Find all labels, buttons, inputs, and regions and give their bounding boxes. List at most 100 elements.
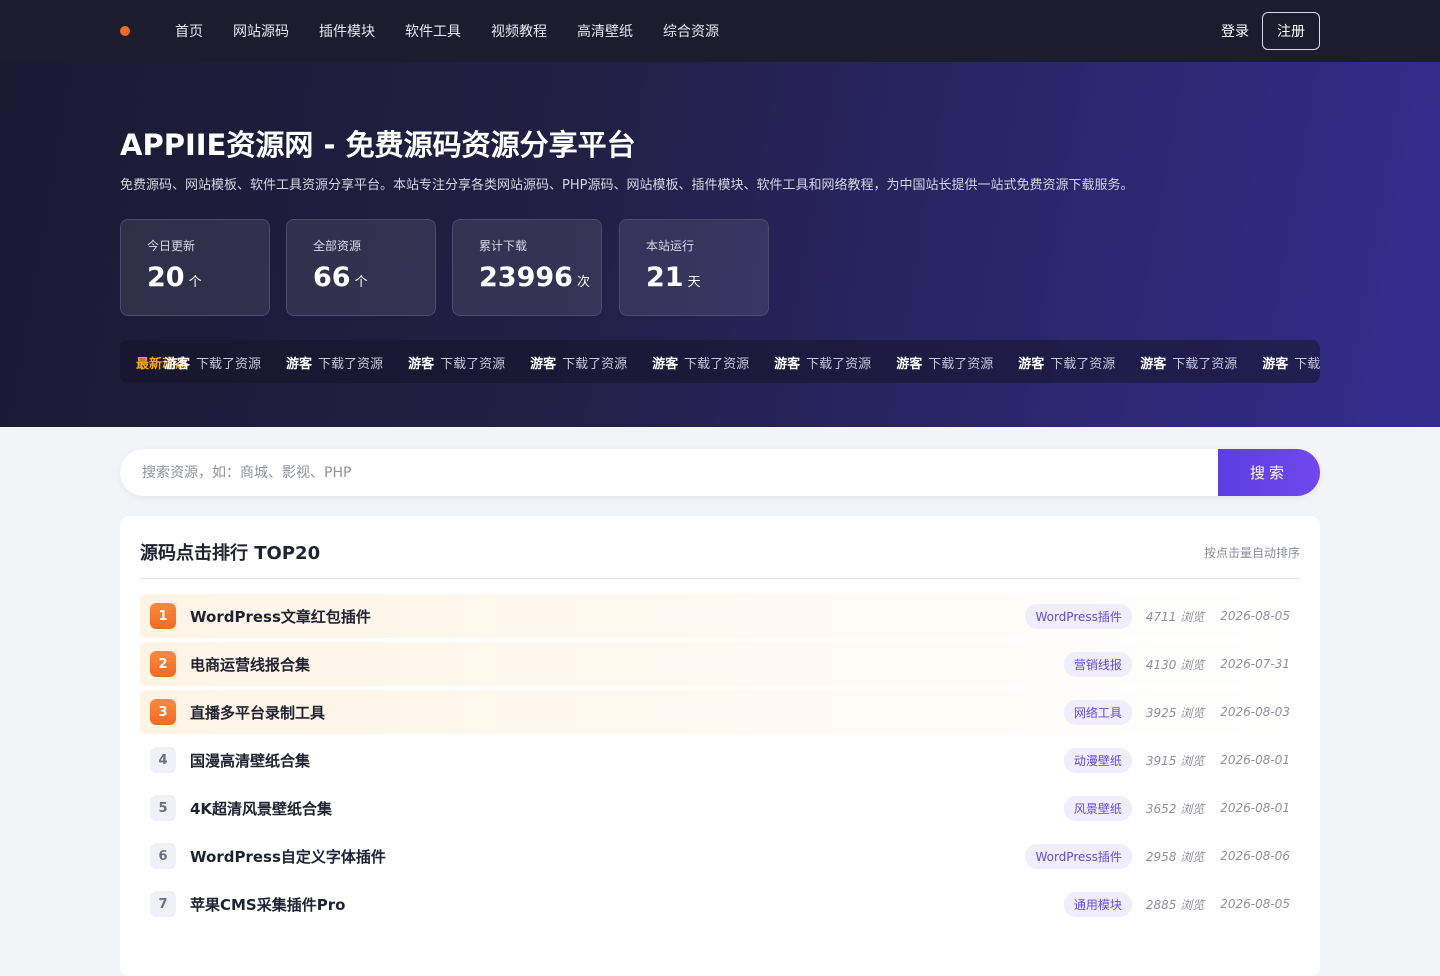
publish-date: 2026-08-01 <box>1220 753 1290 767</box>
ticker-user: 游客 <box>164 357 191 372</box>
ticker-user: 游客 <box>1018 357 1045 372</box>
ticker-item: 游客下载了资源 <box>1262 353 1320 372</box>
stat-value: 23996 次 <box>479 262 590 293</box>
stat-card-downloads: 累计下载 23996 次 <box>452 219 602 316</box>
resource-title-link[interactable]: WordPress文章红包插件 <box>190 606 371 627</box>
stat-card-total: 全部资源 66 个 <box>286 219 436 316</box>
publish-date: 2026-08-05 <box>1220 609 1290 623</box>
hero-subtitle: 免费源码、网站模板、软件工具资源分享平台。本站专注分享各类网站源码、PHP源码、… <box>120 178 1134 193</box>
stat-card-today: 今日更新 20 个 <box>120 219 270 316</box>
view-count: 3652 浏览 <box>1145 801 1205 816</box>
rank-number-badge: 4 <box>150 747 176 773</box>
ranking-row[interactable]: 7 苹果CMS采集插件Pro 通用模块 2885 浏览 2026-08-05 <box>140 882 1300 926</box>
rank-number-badge: 7 <box>150 891 176 917</box>
category-tag[interactable]: WordPress插件 <box>1025 603 1132 629</box>
resource-title-link[interactable]: WordPress自定义字体插件 <box>190 846 386 867</box>
search-button[interactable]: 搜索 <box>1218 449 1320 496</box>
ticker-user: 游客 <box>652 357 679 372</box>
ticker-track: 游客 下载了资源 游客 下载了资源 游客 下载了资源 游客 下载了资源 游客 下载了资源 游客 下载了… <box>164 353 1320 372</box>
hero-title: APPIIE资源网 - 免费源码资源分享平台 <box>120 128 636 162</box>
stat-label: 今日更新 <box>147 239 196 253</box>
ticker-action: 下载了资源 <box>196 357 262 372</box>
ticker-user: 游客 <box>896 357 923 372</box>
ranking-row[interactable]: 1 WordPress文章红包插件 WordPress插件 4711 浏览 2026-0… <box>140 594 1300 638</box>
ticker-item: 游客下载了资源 <box>774 353 871 372</box>
resource-title-link[interactable]: 直播多平台录制工具 <box>190 702 325 723</box>
divider <box>140 578 1300 579</box>
resource-meta: 营销线报 4130 浏览 2026-07-31 <box>1063 642 1290 686</box>
ticker-action: 下载了资源 <box>1294 357 1320 372</box>
stat-label: 本站运行 <box>646 239 695 253</box>
nav-item[interactable]: 视频教程 <box>491 21 547 41</box>
stat-value: 66 个 <box>313 262 368 293</box>
ticker-user: 游客 <box>1262 357 1289 372</box>
view-count: 2958 浏览 <box>1145 849 1205 864</box>
ranking-panel: 源码点击排行 TOP20 按点击量自动排序 1 WordPress文章红包插件 Wo… <box>120 516 1320 976</box>
category-tag[interactable]: 营销线报 <box>1063 651 1132 677</box>
nav-item[interactable]: 插件模块 <box>319 21 375 41</box>
publish-date: 2026-08-01 <box>1220 801 1290 815</box>
category-tag[interactable]: 动漫壁纸 <box>1063 747 1132 773</box>
resource-title-link[interactable]: 苹果CMS采集插件Pro <box>190 894 345 915</box>
top-navbar: 首页 网站源码 插件模块 软件工具 视频教程 高清壁纸 综合资源 登录 注册 <box>0 0 1440 62</box>
publish-date: 2026-07-31 <box>1220 657 1290 671</box>
ranking-row[interactable]: 5 4K超清风景壁纸合集 风景壁纸 3652 浏览 2026-08-01 <box>140 786 1300 830</box>
ticker-action: 下载了资源 <box>928 357 994 372</box>
logo-dot-icon[interactable] <box>120 26 130 36</box>
ticker-user: 游客 <box>408 357 435 372</box>
rank-number-badge: 5 <box>150 795 176 821</box>
category-tag[interactable]: 风景壁纸 <box>1063 795 1132 821</box>
category-tag[interactable]: 通用模块 <box>1063 891 1132 917</box>
nav-item[interactable]: 高清壁纸 <box>577 21 633 41</box>
ticker-action: 下载了资源 <box>318 357 384 372</box>
panel-title: 源码点击排行 TOP20 <box>140 543 321 564</box>
ticker-action: 下载了资源 <box>806 357 872 372</box>
activity-ticker: 最新动态 游客 下载了资源 游客 下载了资源 游客 下载了资源 游客 下载了资源 游客 下载了资源… <box>120 340 1320 383</box>
ticker-action: 下载了资源 <box>440 357 506 372</box>
ticker-item: 游客下载了资源 <box>896 353 993 372</box>
stat-label: 累计下载 <box>479 239 528 253</box>
ranking-list: 1 WordPress文章红包插件 WordPress插件 4711 浏览 2026-0… <box>140 594 1300 930</box>
nav-item[interactable]: 首页 <box>175 21 203 41</box>
register-button[interactable]: 注册 <box>1262 12 1320 50</box>
ticker-user: 游客 <box>286 357 313 372</box>
nav-item[interactable]: 软件工具 <box>405 21 461 41</box>
resource-meta: 风景壁纸 3652 浏览 2026-08-01 <box>1063 786 1290 830</box>
ticker-action: 下载了资源 <box>1172 357 1238 372</box>
ticker-item: 游客下载了资源 <box>164 353 261 372</box>
view-count: 2885 浏览 <box>1145 897 1205 912</box>
stat-label: 全部资源 <box>313 239 362 253</box>
nav-item[interactable]: 综合资源 <box>663 21 719 41</box>
ticker-item: 游客下载了资源 <box>1018 353 1115 372</box>
ticker-item: 游客下载了资源 <box>652 353 749 372</box>
resource-title-link[interactable]: 国漫高清壁纸合集 <box>190 750 310 771</box>
ticker-action: 下载了资源 <box>1050 357 1116 372</box>
ranking-row[interactable]: 6 WordPress自定义字体插件 WordPress插件 2958 浏览 2026-… <box>140 834 1300 878</box>
resource-title-link[interactable]: 电商运营线报合集 <box>190 654 310 675</box>
category-tag[interactable]: WordPress插件 <box>1025 843 1132 869</box>
stat-card-uptime: 本站运行 21 天 <box>619 219 769 316</box>
ranking-row[interactable]: 2 电商运营线报合集 营销线报 4130 浏览 2026-07-31 <box>140 642 1300 686</box>
ticker-user: 游客 <box>774 357 801 372</box>
ticker-user: 游客 <box>1140 357 1167 372</box>
ticker-item: 游客下载了资源 <box>408 353 505 372</box>
ranking-row[interactable]: 4 国漫高清壁纸合集 动漫壁纸 3915 浏览 2026-08-01 <box>140 738 1300 782</box>
hero-banner: APPIIE资源网 - 免费源码资源分享平台 免费源码、网站模板、软件工具资源分… <box>0 62 1440 427</box>
ticker-action: 下载了资源 <box>684 357 750 372</box>
search-input[interactable] <box>120 449 1218 496</box>
search-bar: 搜索 <box>120 449 1320 496</box>
ticker-user: 游客 <box>530 357 557 372</box>
view-count: 4130 浏览 <box>1145 657 1205 672</box>
resource-meta: 通用模块 2885 浏览 2026-08-05 <box>1063 882 1290 926</box>
login-link[interactable]: 登录 <box>1221 21 1249 41</box>
ticker-action: 下载了资源 <box>562 357 628 372</box>
resource-title-link[interactable]: 4K超清风景壁纸合集 <box>190 798 332 819</box>
publish-date: 2026-08-06 <box>1220 849 1290 863</box>
panel-note: 按点击量自动排序 <box>1203 546 1300 560</box>
category-tag[interactable]: 网络工具 <box>1063 699 1132 725</box>
nav-item[interactable]: 网站源码 <box>233 21 289 41</box>
ranking-row[interactable]: 3 直播多平台录制工具 网络工具 3925 浏览 2026-08-03 <box>140 690 1300 734</box>
resource-meta: WordPress插件 4711 浏览 2026-08-05 <box>1025 594 1290 638</box>
publish-date: 2026-08-03 <box>1220 705 1290 719</box>
resource-meta: 动漫壁纸 3915 浏览 2026-08-01 <box>1063 738 1290 782</box>
